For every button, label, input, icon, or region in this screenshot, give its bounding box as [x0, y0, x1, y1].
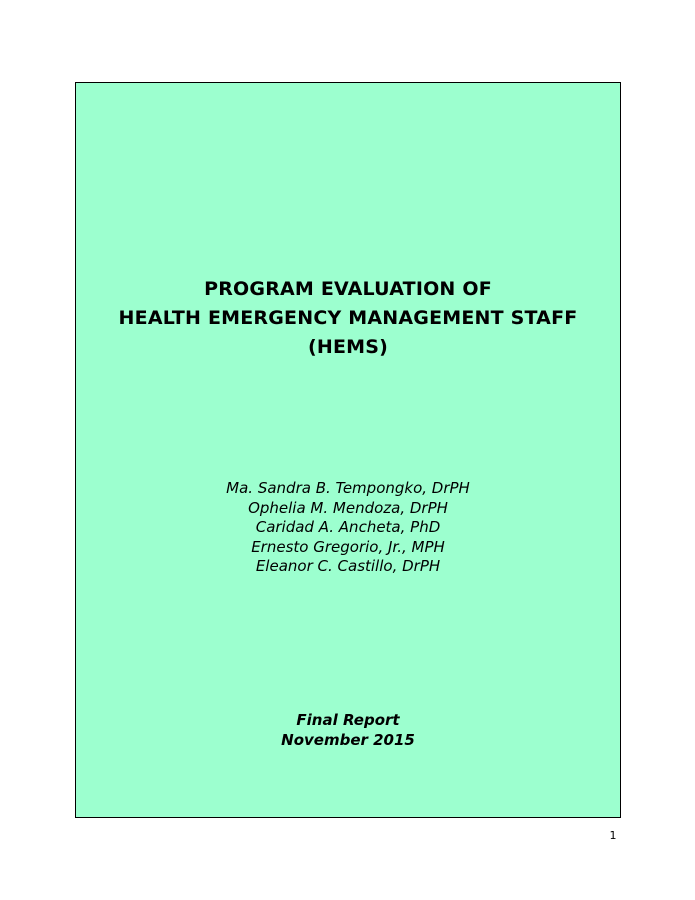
- author-name: Ma. Sandra B. Tempongko, DrPH: [226, 479, 470, 497]
- page-number: 1: [609, 829, 617, 842]
- title-line: PROGRAM EVALUATION OF: [204, 278, 492, 300]
- title-line: HEALTH EMERGENCY MANAGEMENT STAFF: [118, 307, 578, 329]
- author-name: Caridad A. Ancheta, PhD: [255, 518, 441, 536]
- report-date: November 2015: [281, 731, 415, 749]
- author-name: Ernesto Gregorio, Jr., MPH: [251, 537, 445, 556]
- author-list: Ma. Sandra B. Tempongko, DrPH Ophelia M.…: [76, 479, 620, 577]
- report-type: Final Report: [296, 711, 400, 729]
- report-info: Final Report November 2015: [76, 710, 620, 750]
- cover-box: PROGRAM EVALUATION OF HEALTH EMERGENCY M…: [75, 82, 621, 818]
- title-line: (HEMS): [307, 336, 389, 358]
- author-name: Eleanor C. Castillo, DrPH: [255, 557, 441, 575]
- report-title: PROGRAM EVALUATION OF HEALTH EMERGENCY M…: [76, 275, 620, 362]
- author-name: Ophelia M. Mendoza, DrPH: [248, 498, 448, 517]
